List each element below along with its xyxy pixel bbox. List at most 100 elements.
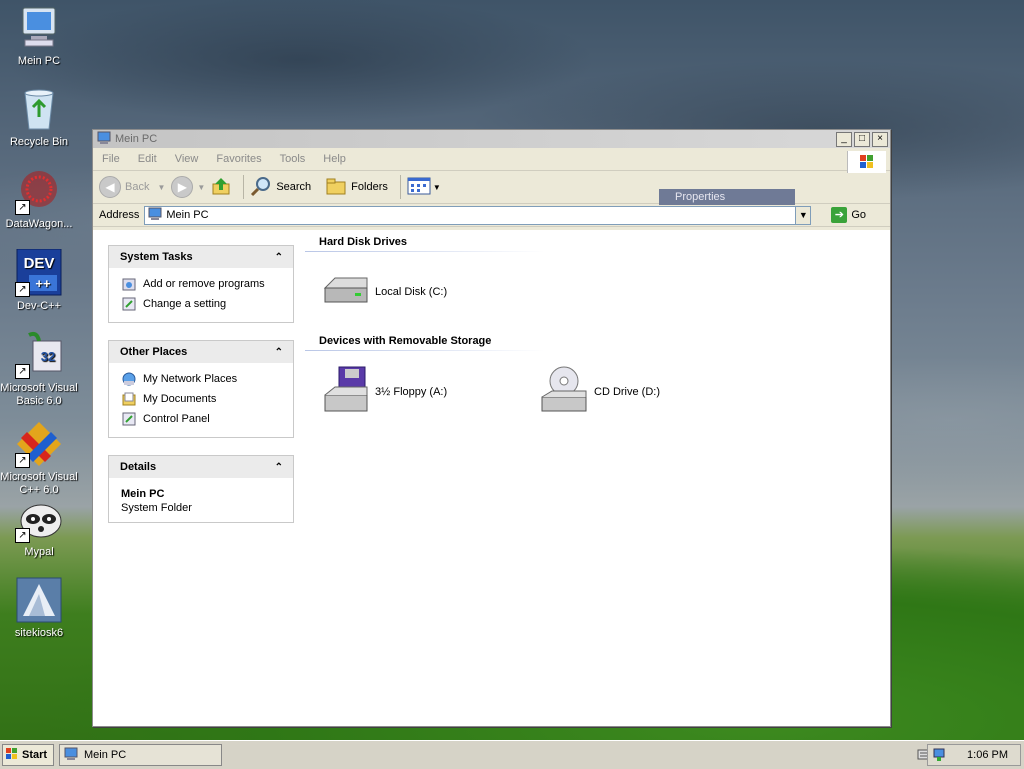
go-button[interactable]: ➔ Go [831,207,866,223]
other-places-pane: Other Places ⌃ My Network Places My Docu… [108,340,294,438]
forward-arrow-icon: ▶ [171,176,194,198]
control-panel-link[interactable]: Control Panel [121,409,293,429]
desktop-icon-label: Dev-C++ [16,300,62,312]
vc6-icon: ↗ [15,420,63,468]
taskbar-item-label: Mein PC [84,749,127,761]
recycle-bin-icon [15,85,63,133]
go-arrow-icon: ➔ [831,207,848,223]
desktop-icon-label: Microsoft Visual C++ 6.0 [0,471,78,496]
my-documents-label: My Documents [143,393,217,405]
drive-local-disk-c[interactable]: Local Disk (C:) [321,274,447,309]
collapse-icon[interactable]: ⌃ [275,347,283,358]
section-divider [305,251,545,252]
window-title: Mein PC [115,133,158,145]
address-computer-icon [148,207,162,224]
menu-tools[interactable]: Tools [280,153,306,165]
desktop-icon-mein-pc[interactable]: Mein PC [0,4,78,68]
title-bar[interactable]: Mein PC _ □ × [93,130,890,148]
menu-edit[interactable]: Edit [138,153,157,165]
desktop-icon-devcpp[interactable]: DEV ++ ↗ Dev-C++ [0,248,78,313]
other-places-header[interactable]: Other Places ⌃ [109,340,293,363]
views-icon [407,177,431,198]
shortcut-arrow-icon: ↗ [15,528,30,543]
desktop-icon-vc6[interactable]: ↗ Microsoft Visual C++ 6.0 [0,420,78,497]
windows-logo-icon [847,151,886,173]
folders-button[interactable]: Folders [325,176,388,199]
computer-icon [15,4,63,52]
menu-file[interactable]: File [102,153,120,165]
desktop-icon-datawagon[interactable]: ↗ DataWagon... [0,167,78,231]
desktop-icon-vb6[interactable]: 32 ↗ Microsoft Visual Basic 6.0 [0,331,78,408]
forward-button[interactable]: ▶ ▼ [171,176,205,198]
up-folder-icon [211,176,231,199]
devcpp-icon: DEV ++ ↗ [15,248,63,297]
clock[interactable]: 1:06 PM [967,749,1008,761]
close-button[interactable]: × [872,131,888,147]
collapse-icon[interactable]: ⌃ [275,252,283,263]
back-dropdown-icon[interactable]: ▼ [157,183,165,192]
address-input[interactable]: Mein PC ▼ [144,205,812,225]
details-title: Details [120,461,157,473]
drive-label: 3½ Floppy (A:) [375,385,448,398]
desktop-icon-label: Mein PC [17,55,61,67]
up-folder-button[interactable] [211,176,231,199]
minimize-button[interactable]: _ [836,131,852,147]
shortcut-arrow-icon: ↗ [15,282,30,297]
system-tasks-title: System Tasks [120,251,193,263]
search-label: Search [276,181,312,193]
hard-disk-icon [321,274,369,309]
windows-flag-icon [5,747,19,764]
search-button[interactable]: Search [250,175,311,200]
control-panel-label: Control Panel [143,413,210,425]
svg-text:++: ++ [35,276,51,291]
desktop-icon-label: Microsoft Visual Basic 6.0 [0,382,78,407]
section-divider [305,350,545,351]
system-tasks-header[interactable]: System Tasks ⌃ [109,245,293,268]
shortcut-arrow-icon: ↗ [15,453,30,468]
details-type: System Folder [121,502,192,514]
address-bar: Address Mein PC ▼ ➔ Go [93,204,890,227]
control-panel-icon [121,411,137,427]
desktop-icon-label: Mypal [24,546,54,558]
details-name: Mein PC [121,488,165,500]
content-area: System Tasks ⌃ Add or remove programs Ch… [93,230,890,726]
my-documents-link[interactable]: My Documents [121,389,293,409]
maximize-button[interactable]: □ [854,131,870,147]
drive-label: CD Drive (D:) [594,385,660,398]
desktop-icon-label: Recycle Bin [9,136,69,148]
menu-help[interactable]: Help [323,153,346,165]
views-button[interactable]: ▼ [407,177,441,198]
system-tray: 1:06 PM [927,744,1021,766]
change-setting-link[interactable]: Change a setting [121,294,293,314]
drive-cd-d[interactable]: CD Drive (D:) [540,365,660,418]
desktop-icon-mypal[interactable]: ↗ Mypal [0,495,78,559]
desktop-icon-sitekiosk[interactable]: sitekiosk6 [0,576,78,640]
collapse-icon[interactable]: ⌃ [275,462,283,473]
toolbar-separator [243,175,245,199]
toolbar-separator [399,175,401,199]
menu-favorites[interactable]: Favorites [216,153,261,165]
explorer-window: Mein PC _ □ × File Edit View Favorites T… [92,129,891,727]
desktop-icon-recycle-bin[interactable]: Recycle Bin [0,85,78,149]
menu-bar: File Edit View Favorites Tools Help [93,148,890,171]
drive-floppy-a[interactable]: 3½ Floppy (A:) [321,365,447,418]
views-dropdown-icon: ▼ [432,182,441,192]
add-remove-programs-link[interactable]: Add or remove programs [121,274,293,294]
vb6-icon: 32 ↗ [15,331,63,379]
go-label: Go [851,209,867,221]
taskbar-item-mein-pc[interactable]: Mein PC [59,744,222,766]
hard-disk-drives-heading: Hard Disk Drives [319,236,408,248]
menu-view[interactable]: View [175,153,199,165]
network-tray-icon[interactable] [932,747,948,766]
back-button[interactable]: ◀ Back ▼ [99,176,165,198]
start-button[interactable]: Start [2,744,54,766]
forward-dropdown-icon[interactable]: ▼ [197,183,205,192]
details-header[interactable]: Details ⌃ [109,455,293,478]
my-network-places-link[interactable]: My Network Places [121,369,293,389]
back-label: Back [125,181,150,193]
network-places-icon [121,371,137,387]
desktop-icon-label: sitekiosk6 [14,627,64,639]
mypal-icon: ↗ [15,495,63,543]
address-dropdown-button[interactable]: ▼ [795,205,812,225]
properties-tooltip: Properties [659,189,795,205]
